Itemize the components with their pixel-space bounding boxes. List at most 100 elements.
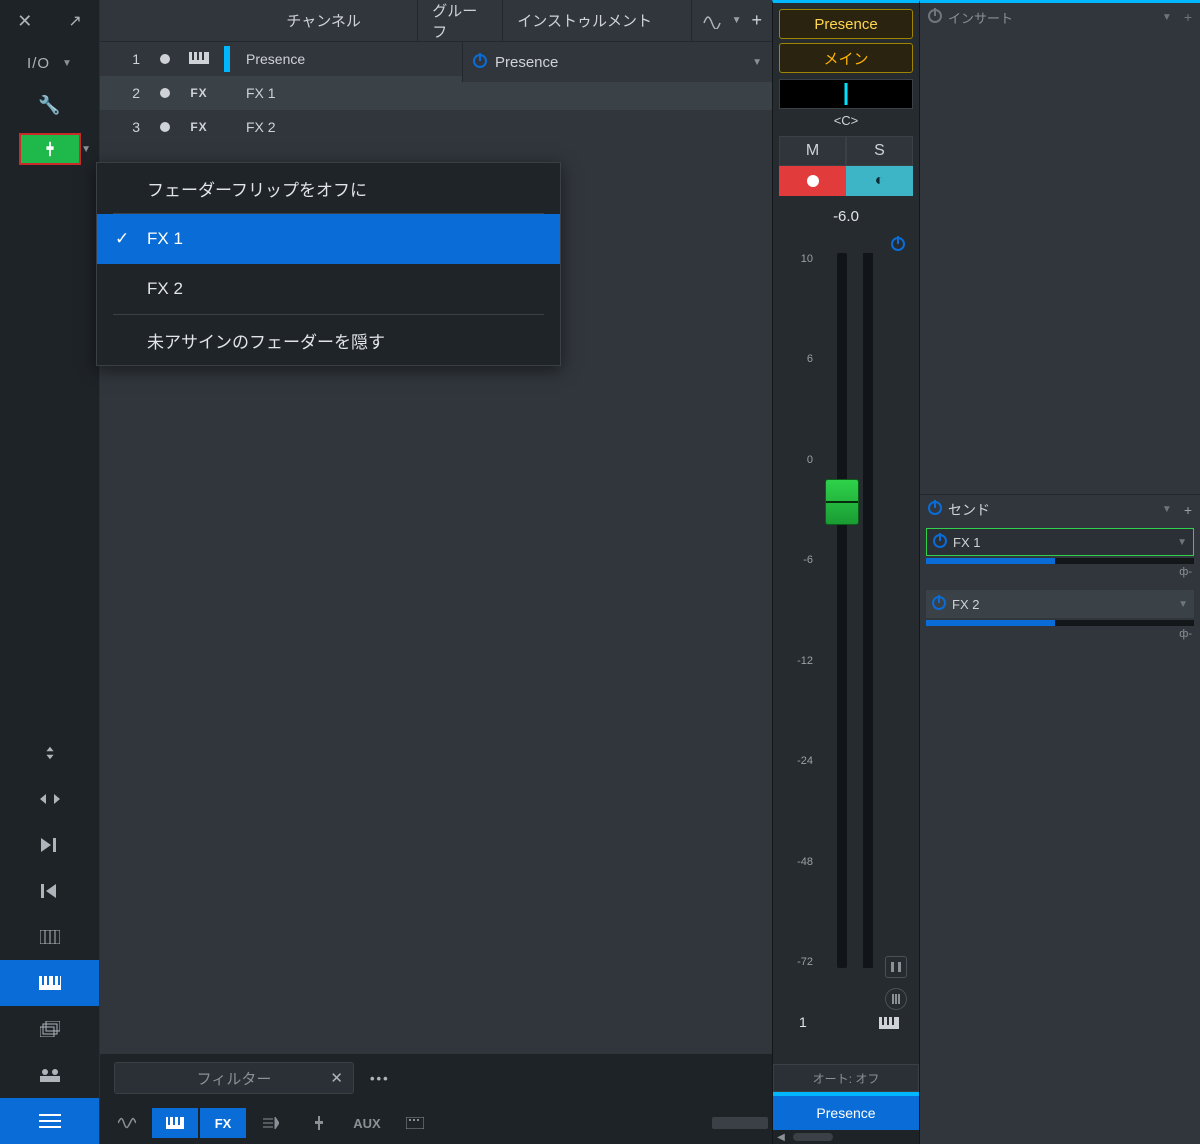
clear-icon[interactable]: ✕ — [330, 1069, 343, 1087]
power-icon[interactable] — [473, 54, 487, 71]
switch-fx[interactable]: FX — [200, 1108, 246, 1138]
track-color — [224, 46, 230, 72]
power-icon[interactable] — [933, 534, 947, 551]
pan-slider[interactable] — [779, 79, 913, 109]
group-icon[interactable] — [0, 1052, 99, 1098]
track-name: Presence — [246, 51, 305, 67]
filter-input[interactable]: フィルター ✕ — [114, 1062, 354, 1094]
send-slot: FX 1 ▼ ф- — [926, 528, 1194, 578]
jump-end-button[interactable] — [0, 822, 99, 868]
add-icon[interactable]: + — [1184, 502, 1192, 518]
sort-button[interactable] — [0, 730, 99, 776]
chevron-down-icon[interactable]: ▼ — [1162, 12, 1172, 23]
wrench-icon: 🔧 — [38, 95, 60, 116]
chevron-down-icon[interactable]: ▼ — [1162, 504, 1172, 515]
check-icon: ✓ — [115, 229, 129, 249]
instrument-slot[interactable]: Presence ▼ — [462, 42, 772, 82]
switch-audio[interactable] — [104, 1108, 150, 1138]
filter-placeholder: フィルター — [197, 1068, 272, 1089]
close-icon[interactable]: ✕ — [17, 11, 32, 32]
add-icon[interactable]: + — [1184, 9, 1192, 25]
fader-track[interactable] — [837, 253, 847, 968]
record-icon — [807, 175, 819, 187]
power-icon[interactable] — [928, 9, 942, 26]
track-index: 1 — [106, 51, 146, 67]
switch-bus[interactable] — [248, 1108, 294, 1138]
send-slot: FX 2 ▼ ф- — [926, 590, 1194, 640]
send-fx2[interactable]: FX 2 ▼ — [926, 590, 1194, 618]
switch-aux[interactable]: AUX — [344, 1108, 390, 1138]
track-name: FX 1 — [246, 85, 276, 101]
jump-out-button[interactable] — [0, 868, 99, 914]
fader-flip-button[interactable]: ▼ — [0, 126, 99, 172]
tab-group[interactable]: グルーフ — [417, 0, 503, 41]
tab-channel[interactable]: チャンネル — [230, 0, 417, 41]
switch-instrument[interactable] — [152, 1108, 198, 1138]
meter-mode-icon[interactable] — [885, 988, 907, 1010]
pause-icon[interactable] — [885, 956, 907, 978]
channel-footer-label[interactable]: Presence — [773, 1096, 919, 1130]
fx-label: FX — [184, 120, 214, 134]
send-level-bar[interactable] — [926, 558, 1194, 564]
chevron-down-icon[interactable]: ▼ — [1178, 599, 1188, 610]
switch-vca[interactable] — [296, 1108, 342, 1138]
power-icon[interactable] — [928, 501, 942, 518]
io-button[interactable]: I/O ▼ — [0, 42, 99, 84]
instrument-view-button[interactable] — [0, 960, 99, 1006]
chevron-down-icon[interactable]: ▼ — [732, 15, 742, 26]
minibar — [712, 1117, 768, 1129]
monitor-button[interactable]: ◐ — [846, 166, 913, 196]
sends-header[interactable]: センド ▼ + — [920, 494, 1200, 524]
tab-instrument[interactable]: インストゥルメント — [503, 0, 691, 41]
instrument-name: Presence — [495, 54, 752, 71]
channel-scrollbar[interactable]: ◀ — [773, 1130, 919, 1144]
track-index: 2 — [106, 85, 146, 101]
mute-button[interactable]: M — [779, 136, 846, 166]
narrow-button[interactable] — [0, 776, 99, 822]
grid1-icon[interactable] — [0, 914, 99, 960]
more-icon[interactable]: ••• — [364, 1071, 390, 1086]
solo-button[interactable]: S — [846, 136, 913, 166]
inserts-body[interactable] — [920, 31, 1200, 494]
scroll-left-icon[interactable]: ◀ — [773, 1132, 789, 1143]
track-index: 3 — [106, 119, 146, 135]
menu-button[interactable] — [0, 1098, 99, 1144]
sig-icon[interactable] — [702, 13, 722, 29]
channel-output-button[interactable]: メイン — [779, 43, 913, 73]
send-marker: ф- — [926, 566, 1194, 578]
send-level-bar[interactable] — [926, 620, 1194, 626]
channel-name-button[interactable]: Presence — [779, 9, 913, 39]
stack-icon[interactable] — [0, 1006, 99, 1052]
record-arm-button[interactable] — [779, 166, 846, 196]
inserts-header[interactable]: インサート ▼ + — [920, 3, 1200, 31]
track-name: FX 2 — [246, 119, 276, 135]
chevron-down-icon: ▼ — [62, 58, 72, 69]
send-name: FX 1 — [953, 535, 1171, 550]
level-meter — [863, 253, 873, 968]
chevron-down-icon[interactable]: ▼ — [1177, 537, 1187, 548]
fader-flip-menu: フェーダーフリップをオフに ✓ FX 1 FX 2 未アサインのフェーダーを隠す — [96, 162, 561, 366]
power-icon[interactable] — [932, 596, 946, 613]
settings-button[interactable]: 🔧 — [0, 84, 99, 126]
send-fx1[interactable]: FX 1 ▼ — [926, 528, 1194, 556]
menu-hide-unassigned[interactable]: 未アサインのフェーダーを隠す — [97, 315, 560, 365]
sends-label: センド — [948, 500, 1156, 520]
menu-flip-off[interactable]: フェーダーフリップをオフに — [97, 163, 560, 213]
automation-mode[interactable]: オート: オフ — [773, 1064, 919, 1092]
chevron-down-icon[interactable]: ▼ — [752, 57, 762, 68]
tabs-row: チャンネル グルーフ インストゥルメント ▼ + — [100, 0, 772, 42]
add-icon[interactable]: + — [752, 10, 763, 31]
menu-fx2[interactable]: FX 2 — [97, 264, 560, 314]
fader-handle[interactable] — [825, 479, 859, 525]
expand-icon[interactable]: ↗ — [68, 11, 81, 31]
instrument-icon — [184, 52, 214, 67]
inspector-panel: インサート ▼ + センド ▼ + FX 1 ▼ ф- FX 2 ▼ — [920, 0, 1200, 1144]
scrollbar-thumb[interactable] — [793, 1133, 833, 1141]
monitor-icon: ◐ — [875, 172, 885, 190]
track-row[interactable]: 3 FX FX 2 — [100, 110, 772, 144]
menu-fx1[interactable]: ✓ FX 1 — [97, 214, 560, 264]
type-filter-row: FX AUX — [100, 1102, 772, 1144]
io-label: I/O — [27, 55, 50, 72]
switch-keys[interactable] — [392, 1108, 438, 1138]
power-icon[interactable] — [891, 237, 905, 254]
